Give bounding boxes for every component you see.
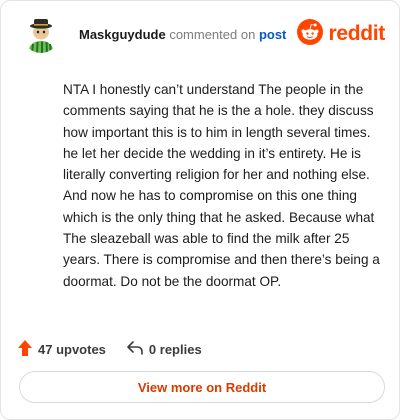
- comment-body: NTA I honestly can’t understand The peop…: [63, 82, 380, 289]
- comment-actions: 47 upvotes 0 replies: [17, 339, 202, 359]
- username-link[interactable]: Maskguydude: [79, 27, 166, 42]
- byline-action-text: commented on: [169, 27, 256, 42]
- upvote-arrow-icon: [17, 339, 33, 360]
- comment-byline: Maskguydude commented on post: [79, 27, 286, 42]
- replies-button[interactable]: 0 replies: [126, 340, 202, 359]
- avatar[interactable]: [23, 17, 59, 53]
- upvote-button[interactable]: 47 upvotes: [17, 339, 106, 360]
- reply-count: 0 replies: [148, 341, 202, 357]
- reddit-logo-icon: [297, 18, 324, 50]
- reply-icon: [126, 340, 144, 359]
- embed-card: Maskguydude commented on post reddit NTA…: [0, 0, 400, 420]
- upvote-count: 47 upvotes: [38, 341, 106, 357]
- comment-header: Maskguydude commented on post reddit: [17, 15, 385, 55]
- post-link[interactable]: post: [259, 27, 286, 42]
- reddit-logo[interactable]: reddit: [297, 18, 385, 50]
- view-more-button[interactable]: View more on Reddit: [19, 371, 385, 403]
- reddit-wordmark: reddit: [328, 22, 385, 45]
